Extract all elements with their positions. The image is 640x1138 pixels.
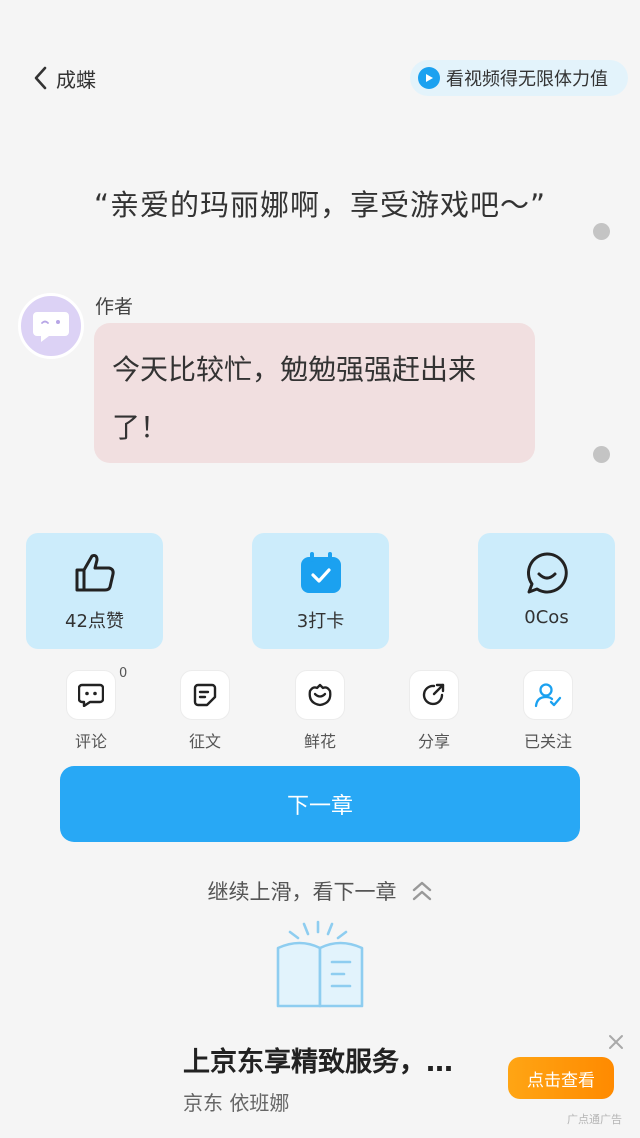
follow-label: 已关注 [523, 732, 572, 751]
indicator-dot [593, 223, 610, 240]
essay-label: 征文 [188, 732, 221, 751]
flower-button[interactable]: 鲜花 [290, 670, 350, 752]
share-button[interactable]: 分享 [404, 670, 464, 752]
back-label: 成蝶 [56, 67, 96, 92]
watch-video-button[interactable]: 看视频得无限体力值 [410, 60, 628, 96]
essay-icon [193, 683, 217, 707]
watch-video-label: 看视频得无限体力值 [446, 69, 608, 90]
back-button[interactable]: 成蝶 [30, 62, 96, 94]
open-book-icon [276, 920, 364, 1008]
author-message-bubble: 今天比较忙，勉勉强强赶出来 了！ [94, 323, 535, 463]
swipe-hint: 继续上滑，看下一章 [0, 876, 640, 906]
story-quote: “亲爱的玛丽娜啊，享受游戏吧～” [93, 188, 547, 222]
like-count: 42点赞 [65, 611, 124, 632]
essay-button[interactable]: 征文 [175, 670, 235, 752]
chevron-left-icon [34, 66, 47, 90]
ad-cta-button[interactable]: 点击查看 [508, 1057, 614, 1099]
checkin-card[interactable]: 3打卡 [252, 533, 389, 649]
share-label: 分享 [417, 732, 450, 751]
flower-label: 鲜花 [303, 732, 336, 751]
comment-button[interactable]: 评论 [61, 670, 121, 752]
chat-bubble-icon [526, 552, 568, 594]
next-chapter-button[interactable]: 下一章 [60, 766, 580, 842]
cos-count: 0Cos [524, 607, 569, 628]
ad-source-mark: 广点通广告 [567, 1113, 622, 1126]
comment-count-badge: 0 [119, 666, 128, 681]
checkin-count: 3打卡 [296, 611, 345, 632]
calendar-check-icon [300, 552, 341, 593]
indicator-dot [593, 446, 610, 463]
share-icon [422, 683, 445, 706]
ad-title[interactable]: 上京东享精致服务，… [183, 1040, 453, 1079]
author-message-line: 了！ [112, 411, 169, 444]
like-card[interactable]: 42点赞 [26, 533, 163, 649]
author-avatar[interactable] [18, 293, 84, 359]
double-chevron-up-icon [412, 881, 431, 901]
cos-card[interactable]: 0Cos [478, 533, 615, 649]
author-message-line: 今天比较忙，勉勉强强赶出来 [112, 353, 477, 386]
swipe-hint-text: 继续上滑，看下一章 [207, 880, 397, 904]
followed-user-icon [534, 683, 562, 708]
comment-icon [78, 683, 104, 707]
thumbs-up-icon [75, 554, 115, 592]
chat-face-icon [33, 312, 69, 342]
comment-label: 评论 [74, 732, 107, 751]
close-icon[interactable] [606, 1032, 626, 1052]
follow-button[interactable]: 已关注 [518, 670, 578, 752]
author-label: 作者 [95, 296, 134, 318]
flower-icon [308, 683, 332, 707]
ad-subtitle: 京东 依班娜 [183, 1091, 290, 1115]
play-icon [418, 67, 440, 89]
